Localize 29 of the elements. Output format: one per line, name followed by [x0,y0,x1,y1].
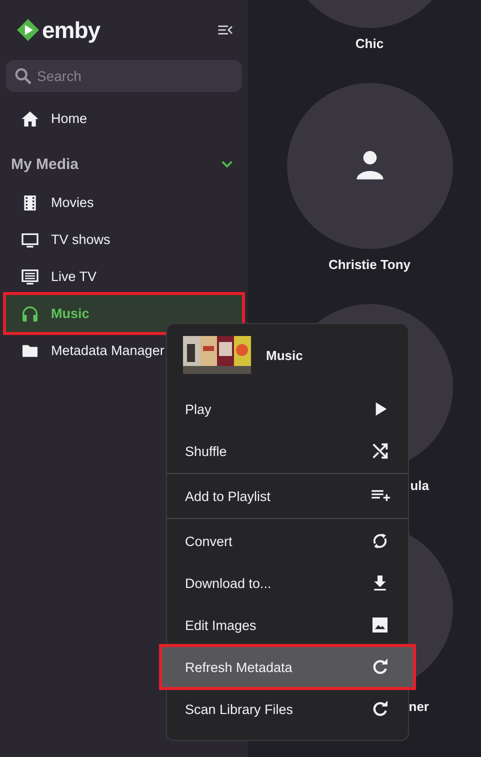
search-icon [13,66,33,86]
menu-item[interactable]: Download to... [167,562,408,604]
menu-item[interactable]: Refresh Metadata [161,646,414,688]
sidebar-item[interactable]: Music [6,295,242,332]
artist-name: ner [408,699,429,714]
artist-name: Christie Tony [328,257,411,272]
sidebar-item[interactable]: TV shows [6,221,242,258]
home-icon [20,108,40,128]
logo-text: emby [42,16,100,44]
live-tv-icon [20,266,40,286]
menu-title: Music [266,348,303,362]
menu-item[interactable]: Edit Images [167,604,408,646]
image-icon [370,615,390,635]
menu-item[interactable]: Scan Library Files [167,688,408,730]
menu-item[interactable]: Convert [167,520,408,562]
headphones-icon [20,304,40,324]
menu-item[interactable]: Add to Playlist [167,475,408,517]
home-nav-item[interactable]: Home [6,100,242,137]
sidebar-item[interactable]: Movies [6,184,242,221]
shuffle-icon [370,441,390,461]
sidebar-item[interactable]: Metadata Manager [6,332,242,369]
menu-item[interactable]: Shuffle [167,430,408,472]
section-title: My Media [11,156,79,172]
search-field[interactable]: Search [6,60,242,92]
sidebar-item[interactable]: Live TV [6,258,242,295]
menu-item[interactable]: Play [167,388,408,430]
artist-name: Chic [355,36,384,51]
artist-name: ula [410,478,429,493]
logo-icon [16,18,40,42]
